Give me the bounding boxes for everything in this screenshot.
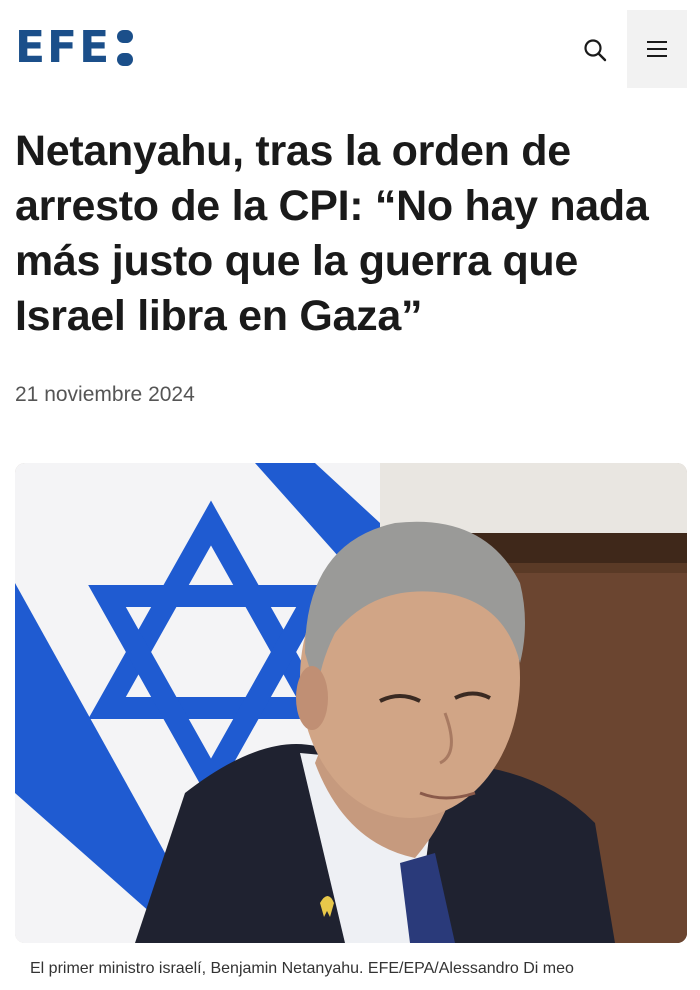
menu-button[interactable] <box>627 10 687 88</box>
article-headline: Netanyahu, tras la orden de arresto de l… <box>15 127 649 340</box>
article-date: 21 noviembre 2024 <box>15 383 195 406</box>
search-icon <box>584 39 607 62</box>
logo-colon-icon <box>117 30 134 66</box>
article-photo[interactable] <box>15 463 687 943</box>
efe-logo[interactable]: EFE <box>15 22 134 73</box>
hamburger-menu-icon <box>647 41 667 57</box>
search-button[interactable] <box>570 28 620 72</box>
photo-caption: El primer ministro israelí, Benjamin Net… <box>30 960 574 977</box>
logo-text: EFE <box>15 22 112 73</box>
site-header: EFE <box>0 0 700 100</box>
